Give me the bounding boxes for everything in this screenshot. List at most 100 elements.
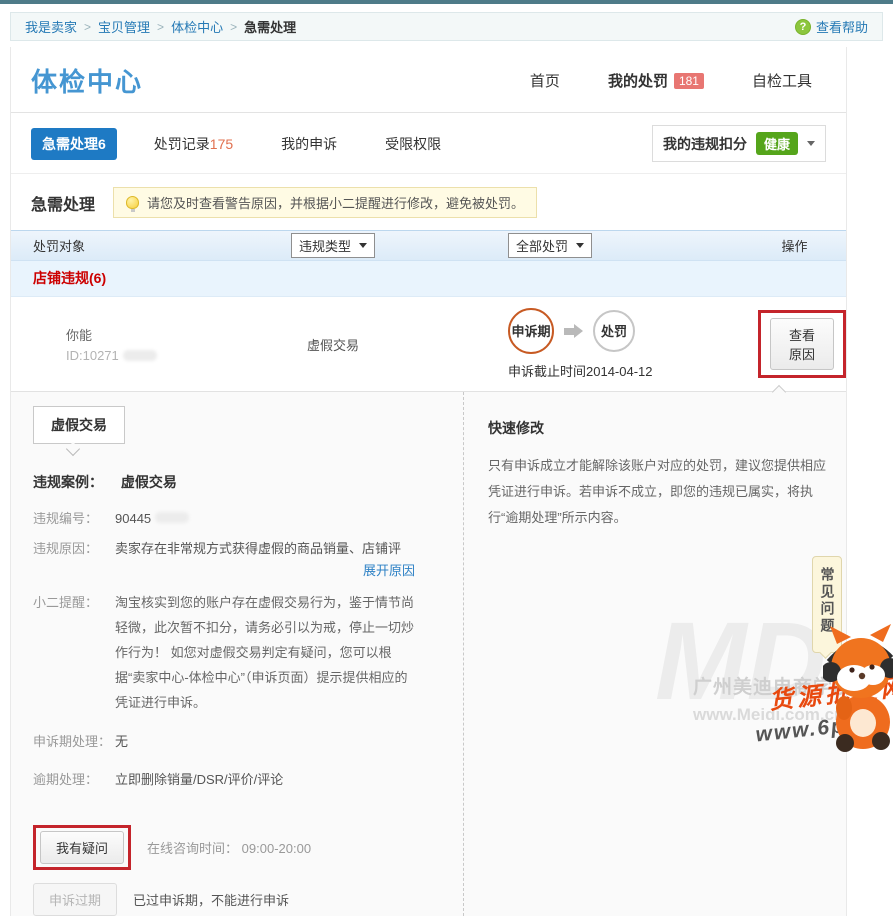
consult-time-value: 09:00-20:00: [242, 841, 311, 856]
warning-alert-text: 请您及时查看警告原因，并根据小二提醒进行修改，避免被处罚。: [147, 193, 524, 212]
consult-time-label: 在线咨询时间：: [147, 841, 238, 856]
violation-score-label: 我的违规扣分: [663, 134, 747, 154]
violation-score-dropdown[interactable]: 我的违规扣分 健康: [652, 125, 826, 162]
shop-id: ID:10271: [66, 348, 119, 363]
penalty-stage-circle: 处罚: [593, 310, 635, 352]
appeal-deadline: 申诉截止时间2014-04-12: [508, 361, 758, 380]
breadcrumb: 我是卖家 > 宝贝管理 > 体检中心 > 急需处理 ? 查看帮助: [10, 12, 883, 41]
i-have-question-button[interactable]: 我有疑问: [40, 831, 124, 864]
page-title: 体检中心: [31, 62, 143, 99]
arrow-right-icon: [564, 324, 583, 338]
nav-item-home[interactable]: 首页: [530, 70, 560, 91]
view-help-link[interactable]: ? 查看帮助: [795, 17, 868, 36]
breadcrumb-current: 急需处理: [244, 17, 296, 36]
action-cell: 查看原因: [758, 310, 846, 378]
nav-item-label: 我的处罚: [608, 70, 668, 91]
appeal-period-handling-value: 无: [115, 731, 415, 753]
field-label: 申诉期处理：: [33, 731, 115, 753]
view-reason-button[interactable]: 查看原因: [770, 318, 834, 370]
field-label: 违规编号：: [33, 508, 115, 530]
tab-count: 6: [98, 136, 106, 152]
expired-row: 申诉过期 已过申诉期，不能进行申诉: [33, 883, 463, 916]
tab-label: 急需处理: [42, 136, 98, 152]
field-overdue-handling: 逾期处理： 立即删除销量/DSR/评价/评论: [33, 769, 463, 791]
detail-tab-fake-trade[interactable]: 虚假交易: [33, 406, 125, 444]
help-link-label: 查看帮助: [816, 17, 868, 36]
tab-count: 175: [210, 136, 233, 152]
tab-restricted-rights[interactable]: 受限权限: [374, 128, 452, 160]
appeal-period-stage-circle: 申诉期: [508, 308, 554, 354]
red-highlight-annotation: 我有疑问: [33, 825, 131, 870]
stage-cell: 申诉期 处罚 申诉截止时间2014-04-12: [508, 308, 758, 380]
consult-row: 我有疑问 在线咨询时间： 09:00-20:00: [33, 825, 463, 870]
violation-number-value: 90445: [115, 511, 151, 526]
group-title-shop-violations: 店铺违规(6): [11, 261, 846, 297]
violation-type-filter-value: 违规类型: [299, 236, 351, 255]
nav-item-self-check-tools[interactable]: 自检工具: [752, 70, 812, 91]
tab-my-appeals[interactable]: 我的申诉: [270, 128, 348, 160]
violation-type-cell: 虚假交易: [291, 335, 508, 354]
staff-reminder-value: 淘宝核实到您的账户存在虚假交易行为，鉴于情节尚轻微，此次暂不扣分，请务必引以为戒…: [115, 590, 415, 715]
main-container: 体检中心 首页 我的处罚 181 自检工具 急需处理6 处罚记录175 我的申诉…: [10, 47, 847, 916]
violation-table-row: 你能 ID:10271 虚假交易 申诉期 处罚 申诉截止时间2014-04-12…: [11, 297, 846, 392]
table-header-row: 处罚对象 违规类型 全部处罚 操作: [11, 230, 846, 261]
chevron-down-icon: [807, 141, 815, 150]
warning-alert: 请您及时查看警告原因，并根据小二提醒进行修改，避免被处罚。: [113, 187, 537, 218]
appeal-expired-note: 已过申诉期，不能进行申诉: [133, 890, 289, 909]
field-label: 违规原因：: [33, 538, 115, 582]
tab-urgent[interactable]: 急需处理6: [31, 128, 117, 160]
expand-reason-link[interactable]: 展开原因: [115, 560, 415, 582]
tab-penalty-records[interactable]: 处罚记录175: [143, 128, 244, 160]
case-label: 违规案例：: [33, 474, 103, 490]
breadcrumb-separator: >: [157, 20, 164, 34]
breadcrumb-link-item-manage[interactable]: 宝贝管理: [98, 17, 150, 36]
health-status-badge: 健康: [756, 132, 798, 155]
penalty-filter[interactable]: 全部处罚: [508, 233, 592, 258]
section-title: 急需处理: [31, 191, 95, 215]
page-header: 体检中心 首页 我的处罚 181 自检工具: [11, 47, 846, 113]
overdue-handling-value: 立即删除销量/DSR/评价/评论: [115, 769, 415, 791]
top-accent-bar: [0, 0, 893, 4]
violation-type-filter[interactable]: 违规类型: [291, 233, 375, 258]
violation-reason-value: 卖家存在非常规方式获得虚假的商品销量、店铺评: [115, 541, 401, 556]
field-violation-number: 违规编号： 90445: [33, 508, 463, 530]
breadcrumb-link-seller[interactable]: 我是卖家: [25, 17, 77, 36]
chevron-down-icon: [359, 243, 367, 252]
redaction-smudge: [123, 350, 157, 361]
appeal-expired-button[interactable]: 申诉过期: [33, 883, 117, 916]
lightbulb-icon: [126, 196, 139, 209]
tab-label: 受限权限: [385, 136, 441, 152]
section-header: 急需处理 请您及时查看警告原因，并根据小二提醒进行修改，避免被处罚。: [11, 174, 846, 230]
quick-fix-title: 快速修改: [488, 418, 833, 438]
detail-left-column: 虚假交易 违规案例： 虚假交易 违规编号： 90445 违规原因： 卖家存在非常…: [11, 392, 463, 916]
penalty-filter-value: 全部处罚: [516, 236, 568, 255]
field-staff-reminder: 小二提醒： 淘宝核实到您的账户存在虚假交易行为，鉴于情节尚轻微，此次暂不扣分，请…: [33, 590, 463, 715]
column-header-action: 操作: [743, 236, 846, 255]
violation-detail-panel: 虚假交易 违规案例： 虚假交易 违规编号： 90445 违规原因： 卖家存在非常…: [11, 392, 846, 916]
shop-cell: 你能 ID:10271: [11, 325, 291, 363]
header-nav: 首页 我的处罚 181 自检工具: [530, 70, 826, 91]
tab-label: 处罚记录: [154, 136, 210, 152]
chevron-down-icon: [576, 243, 584, 252]
red-highlight-annotation: 查看原因: [758, 310, 846, 378]
redaction-smudge: [155, 512, 189, 523]
field-label: 逾期处理：: [33, 769, 115, 791]
breadcrumb-link-checkup-center[interactable]: 体检中心: [171, 17, 223, 36]
faq-label: 常见问题: [818, 567, 837, 635]
field-label: 小二提醒：: [33, 590, 115, 715]
quick-fix-body: 只有申诉成立才能解除该账户对应的处罚，建议您提供相应凭证进行申诉。若申诉不成立，…: [488, 453, 833, 531]
case-line: 违规案例： 虚假交易: [33, 472, 463, 492]
shop-name: 你能: [66, 325, 291, 344]
case-value: 虚假交易: [121, 474, 177, 490]
help-question-icon: ?: [795, 19, 811, 35]
field-appeal-period-handling: 申诉期处理： 无: [33, 731, 463, 753]
faq-floating-button[interactable]: 常见问题: [812, 556, 842, 653]
nav-item-my-penalties[interactable]: 我的处罚 181: [608, 70, 704, 91]
detail-right-column: 快速修改 只有申诉成立才能解除该账户对应的处罚，建议您提供相应凭证进行申诉。若申…: [463, 392, 853, 916]
tab-bar: 急需处理6 处罚记录175 我的申诉 受限权限 我的违规扣分 健康: [11, 113, 846, 174]
breadcrumb-separator: >: [84, 20, 91, 34]
tab-label: 我的申诉: [281, 136, 337, 152]
field-violation-reason: 违规原因： 卖家存在非常规方式获得虚假的商品销量、店铺评 展开原因: [33, 538, 463, 582]
penalty-count-badge: 181: [674, 73, 704, 89]
breadcrumb-separator: >: [230, 20, 237, 34]
